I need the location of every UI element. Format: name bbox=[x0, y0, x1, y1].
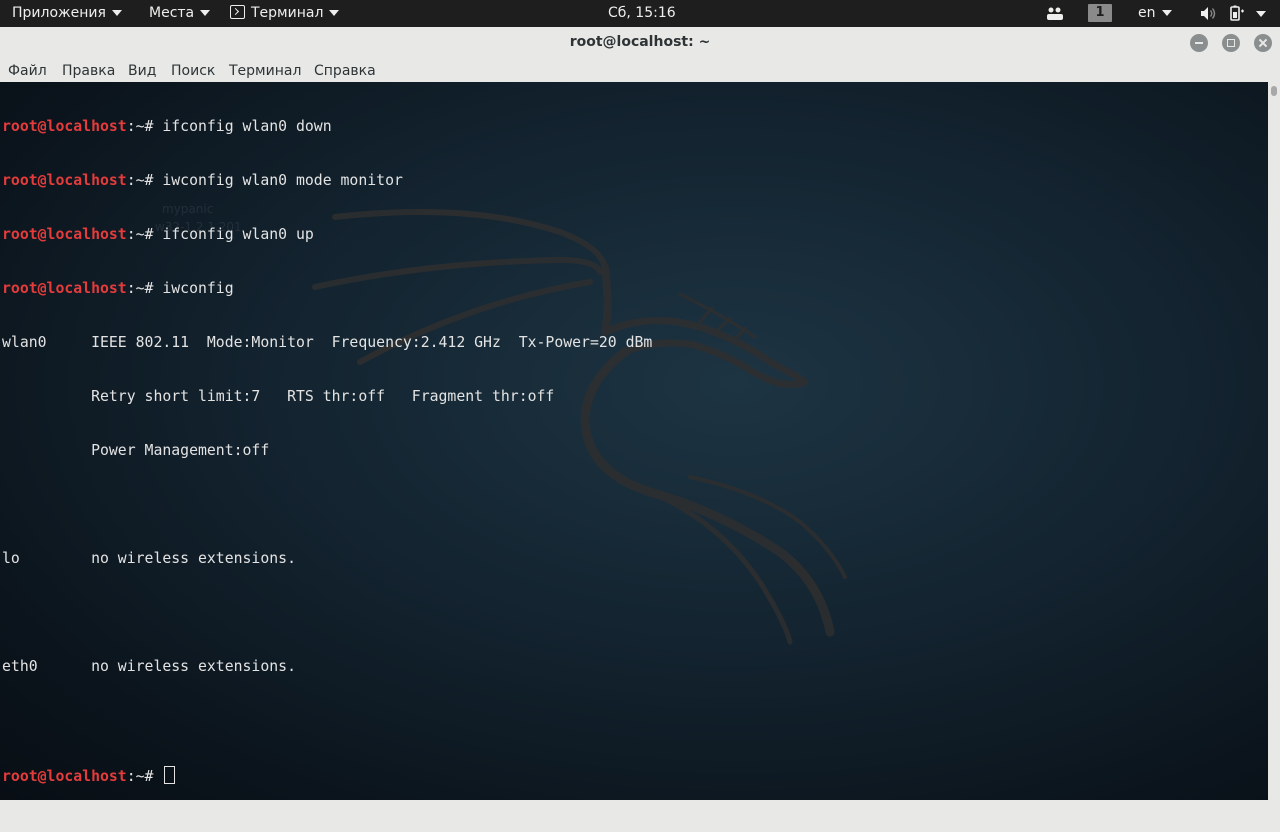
output-line: lo no wireless extensions. bbox=[2, 550, 296, 567]
command-line: root@localhost:~# ifconfig wlan0 down bbox=[2, 118, 652, 136]
language-label: en bbox=[1138, 5, 1156, 21]
menu-terminal[interactable]: Терминал bbox=[229, 60, 301, 82]
chevron-down-icon bbox=[329, 10, 340, 16]
applications-label: Приложения bbox=[12, 5, 106, 21]
scrollbar[interactable] bbox=[1268, 82, 1280, 800]
prompt-path: :~# bbox=[126, 118, 163, 135]
prompt-path: :~# bbox=[126, 280, 163, 297]
text-cursor bbox=[164, 766, 176, 784]
output-line: eth0 no wireless extensions. bbox=[2, 658, 296, 675]
output-line: Retry short limit:7 RTS thr:off Fragment… bbox=[2, 388, 555, 405]
terminal-output: root@localhost:~# ifconfig wlan0 down ro… bbox=[2, 82, 652, 800]
clock[interactable]: Сб, 15:16 bbox=[608, 0, 676, 27]
titlebar[interactable]: root@localhost: ~ bbox=[0, 27, 1280, 60]
menu-edit[interactable]: Правка bbox=[62, 60, 115, 82]
output-line: Power Management:off bbox=[2, 442, 270, 459]
maximize-button[interactable] bbox=[1222, 34, 1240, 52]
workspace-indicator[interactable]: 1 bbox=[1088, 4, 1112, 22]
menu-search[interactable]: Поиск bbox=[171, 60, 215, 82]
chevron-down-icon bbox=[200, 10, 211, 16]
output-line: wlan0 IEEE 802.11 Mode:Monitor Frequency… bbox=[2, 334, 653, 351]
terminal-window: root@localhost: ~ Файл Правка Вид Поиск … bbox=[0, 27, 1280, 832]
command-line: root@localhost:~# iwconfig bbox=[2, 280, 652, 298]
prompt-path: :~# bbox=[126, 768, 163, 785]
terminal-app-menu[interactable]: Терминал bbox=[230, 0, 340, 27]
command-text: ifconfig wlan0 down bbox=[162, 118, 332, 135]
menubar: Файл Правка Вид Поиск Терминал Справка bbox=[0, 60, 1280, 82]
chevron-down-icon bbox=[1161, 10, 1172, 16]
command-text: iwconfig bbox=[162, 280, 234, 297]
scrollbar-thumb[interactable] bbox=[1271, 86, 1277, 96]
command-text: ifconfig wlan0 up bbox=[162, 226, 314, 243]
menu-help[interactable]: Справка bbox=[314, 60, 376, 82]
active-prompt-line[interactable]: root@localhost:~# bbox=[2, 766, 652, 785]
prompt-user: root@localhost bbox=[2, 280, 127, 297]
prompt-path: :~# bbox=[126, 172, 163, 189]
system-menu-chevron-icon[interactable] bbox=[1256, 11, 1266, 17]
command-line: root@localhost:~# ifconfig wlan0 up bbox=[2, 226, 652, 244]
places-label: Места bbox=[149, 5, 195, 21]
window-title: root@localhost: ~ bbox=[569, 34, 711, 50]
prompt-user: root@localhost bbox=[2, 226, 127, 243]
power-icon[interactable] bbox=[1228, 5, 1246, 22]
close-button[interactable] bbox=[1254, 34, 1272, 52]
terminal-icon bbox=[230, 5, 245, 19]
places-menu[interactable]: Места bbox=[149, 0, 211, 27]
prompt-path: :~# bbox=[126, 226, 163, 243]
people-icon[interactable] bbox=[1046, 6, 1064, 22]
menu-file[interactable]: Файл bbox=[8, 60, 47, 82]
command-text: iwconfig wlan0 mode monitor bbox=[162, 172, 403, 189]
chevron-down-icon bbox=[111, 10, 122, 16]
prompt-user: root@localhost bbox=[2, 768, 127, 785]
terminal-area[interactable]: mypanic w32-1.2.1.201 root@localhost:~# … bbox=[0, 82, 1268, 800]
top-panel: Приложения Места Терминал Сб, 15:16 1 en bbox=[0, 0, 1280, 27]
language-menu[interactable]: en bbox=[1138, 0, 1172, 27]
terminal-app-label: Терминал bbox=[251, 5, 324, 21]
command-line: root@localhost:~# iwconfig wlan0 mode mo… bbox=[2, 172, 652, 190]
window-bottom-edge bbox=[0, 800, 1280, 832]
prompt-user: root@localhost bbox=[2, 118, 127, 135]
minimize-button[interactable] bbox=[1190, 34, 1208, 52]
menu-view[interactable]: Вид bbox=[128, 60, 156, 82]
volume-icon[interactable] bbox=[1200, 6, 1218, 21]
applications-menu[interactable]: Приложения bbox=[12, 0, 122, 27]
prompt-user: root@localhost bbox=[2, 172, 127, 189]
